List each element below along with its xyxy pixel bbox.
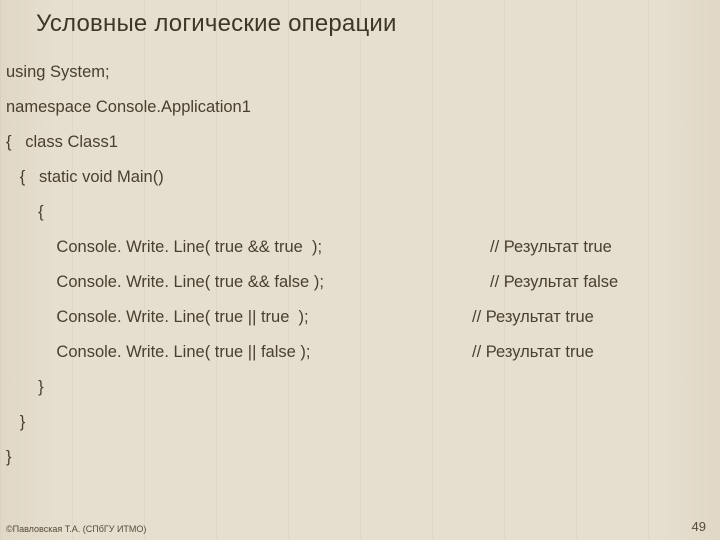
comment-9: // Результат true (472, 343, 594, 362)
footer-credit: ©Павловская Т.А. (СПбГУ ИТМО) (6, 524, 146, 534)
code-line-9: Console. Write. Line( true || false ); (6, 343, 310, 362)
code-line-7: Console. Write. Line( true && false ); (6, 273, 324, 292)
slide-title: Условные логические операции (36, 10, 397, 38)
code-line-6: Console. Write. Line( true && true ); (6, 238, 322, 257)
comment-6: // Результат true (490, 238, 612, 257)
code-line-11: } (6, 413, 25, 432)
code-line-8: Console. Write. Line( true || true ); (6, 308, 309, 327)
code-line-1: using System; (6, 63, 110, 82)
code-line-5: { (6, 203, 44, 222)
code-line-3: { class Class1 (6, 133, 118, 152)
comment-8: // Результат true (472, 308, 594, 327)
code-line-12: } (6, 448, 12, 467)
code-line-2: namespace Console.Application1 (6, 98, 251, 117)
code-line-4: { static void Main() (6, 168, 164, 187)
code-line-10: } (6, 378, 44, 397)
page-number: 49 (692, 519, 706, 534)
comment-7: // Результат false (490, 273, 618, 292)
